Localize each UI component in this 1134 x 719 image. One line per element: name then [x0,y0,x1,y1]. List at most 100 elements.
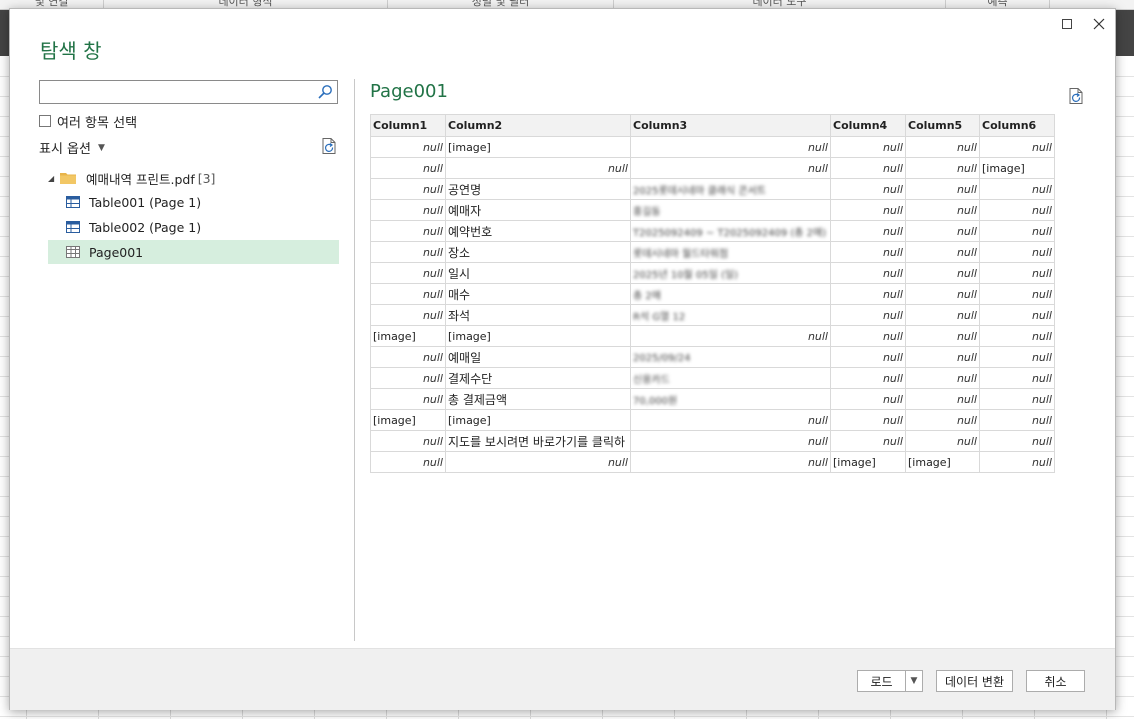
table-cell: null [630,430,831,452]
table-cell: null [979,430,1055,452]
table-cell: 지도를 보시려면 바로가기를 클릭하 [445,430,631,452]
preview-header-row: Column1 Column2 Column3 Column4 Column5 Colum… [370,114,1055,137]
table-cell: null [370,388,446,410]
preview-body: null [image] null null null null null null null n… [370,136,1055,473]
tree-item-table001[interactable]: Table001 (Page 1) [48,190,339,214]
dialog-title: 탐색 창 [40,39,102,63]
table-cell: null [905,325,980,347]
folder-name: 예매내역 프린트.pdf [86,171,195,187]
table-row: null null null null null [image] [370,157,1055,179]
table-cell: null [979,220,1055,242]
redacted-text: 2025롯데시네마 클래식 콘서트 [633,185,767,197]
table-row: null 예약번호 T2025092409 ~ T2025092409 (총 2매)… [370,220,1055,242]
column-header: Column4 [830,114,906,137]
table-cell: null [905,262,980,284]
search-icon[interactable] [317,84,333,100]
transform-data-button[interactable]: 데이터 변환 [936,670,1013,692]
redacted-text: 70,000원 [633,395,678,407]
table-icon [66,196,80,208]
table-cell: null [830,220,906,242]
folder-count: [3] [197,170,216,186]
tree-folder[interactable]: ◢ 예매내역 프린트.pdf [3] [48,166,339,190]
load-dropdown-button[interactable]: ▼ [905,670,923,692]
chevron-down-icon: ▼ [910,676,918,686]
table-cell: [image] [445,325,631,347]
redacted-text: T2025092409 ~ T2025092409 (총 2매) [633,227,827,239]
table-cell: 좌석 [445,304,631,326]
table-cell: null [979,241,1055,263]
multi-select-label: 여러 항목 선택 [57,115,138,131]
refresh-icon[interactable] [1067,87,1085,105]
table-cell: null [905,178,980,200]
table-row: null 좌석 R석 G열 12 null null null [370,304,1055,326]
table-cell: null [630,451,831,473]
table-cell: null [830,262,906,284]
maximize-button[interactable] [1054,13,1080,35]
preview-table: Column1 Column2 Column3 Column4 Column5 Colum… [370,114,1055,473]
table-cell: [image] [979,157,1055,179]
table-row: null 일시 2025년 10월 05일 (일) null null null [370,262,1055,284]
table-cell: null [905,283,980,305]
multi-select-checkbox[interactable] [39,115,51,127]
close-icon [1093,18,1105,30]
table-row: null 매수 총 2매 null null null [370,283,1055,305]
table-cell: null [630,409,831,431]
maximize-icon [1062,19,1072,29]
tree-item-table002[interactable]: Table002 (Page 1) [48,215,339,239]
table-cell: null [370,178,446,200]
table-cell: null [630,136,831,158]
table-cell: null [830,346,906,368]
close-button[interactable] [1086,13,1112,35]
table-cell: null [370,346,446,368]
expand-icon[interactable]: ◢ [48,174,58,183]
table-row: null 예매자 홍길동 null null null [370,199,1055,221]
table-cell: null [905,430,980,452]
table-cell: null [979,409,1055,431]
table-cell: null [830,136,906,158]
cancel-button[interactable]: 취소 [1026,670,1085,692]
table-cell: null [979,451,1055,473]
table-row: null 장소 롯데시네마 월드타워점 null null null [370,241,1055,263]
table-cell: null [979,283,1055,305]
refresh-icon[interactable] [320,137,338,155]
pane-divider[interactable] [354,79,355,641]
search-input[interactable] [40,81,310,103]
table-cell: null [370,367,446,389]
table-cell: null [979,388,1055,410]
table-cell: null [370,262,446,284]
table-row: null 예매일 2025/09/24 null null null [370,346,1055,368]
table-icon [66,221,80,233]
table-cell: null [370,220,446,242]
table-cell: 공연명 [445,178,631,200]
tree-item-label: Table002 (Page 1) [89,219,202,235]
table-cell: [image] [830,451,906,473]
dialog-footer: 로드 ▼ 데이터 변환 취소 [10,648,1115,710]
display-options-label: 표시 옵션 [39,142,91,157]
table-cell: null [905,157,980,179]
table-cell: null [630,157,831,179]
column-header: Column2 [445,114,631,137]
table-row: [image] [image] null null null null [370,325,1055,347]
table-cell: null [370,430,446,452]
tree-item-page001[interactable]: Page001 [48,240,339,264]
column-header: Column6 [979,114,1055,137]
table-cell: null [979,262,1055,284]
table-cell: 롯데시네마 월드타워점 [630,241,831,263]
table-cell: 총 결제금액 [445,388,631,410]
redacted-text: 2025년 10월 05일 (일) [633,269,739,281]
table-cell: T2025092409 ~ T2025092409 (총 2매) [630,220,831,242]
table-cell: null [979,304,1055,326]
table-cell: null [905,199,980,221]
display-options-dropdown[interactable]: 표시 옵션 ▼ [39,138,105,157]
table-cell: null [905,388,980,410]
search-box [39,80,338,104]
chevron-down-icon: ▼ [97,142,105,153]
table-cell: null [630,325,831,347]
table-row: [image] [image] null null null null [370,409,1055,431]
table-cell: 2025년 10월 05일 (일) [630,262,831,284]
load-button[interactable]: 로드 [857,670,905,692]
table-row: null [image] null null null null [370,136,1055,158]
table-cell: null [370,241,446,263]
table-cell: null [830,367,906,389]
multi-select-option[interactable]: 여러 항목 선택 [39,112,138,131]
